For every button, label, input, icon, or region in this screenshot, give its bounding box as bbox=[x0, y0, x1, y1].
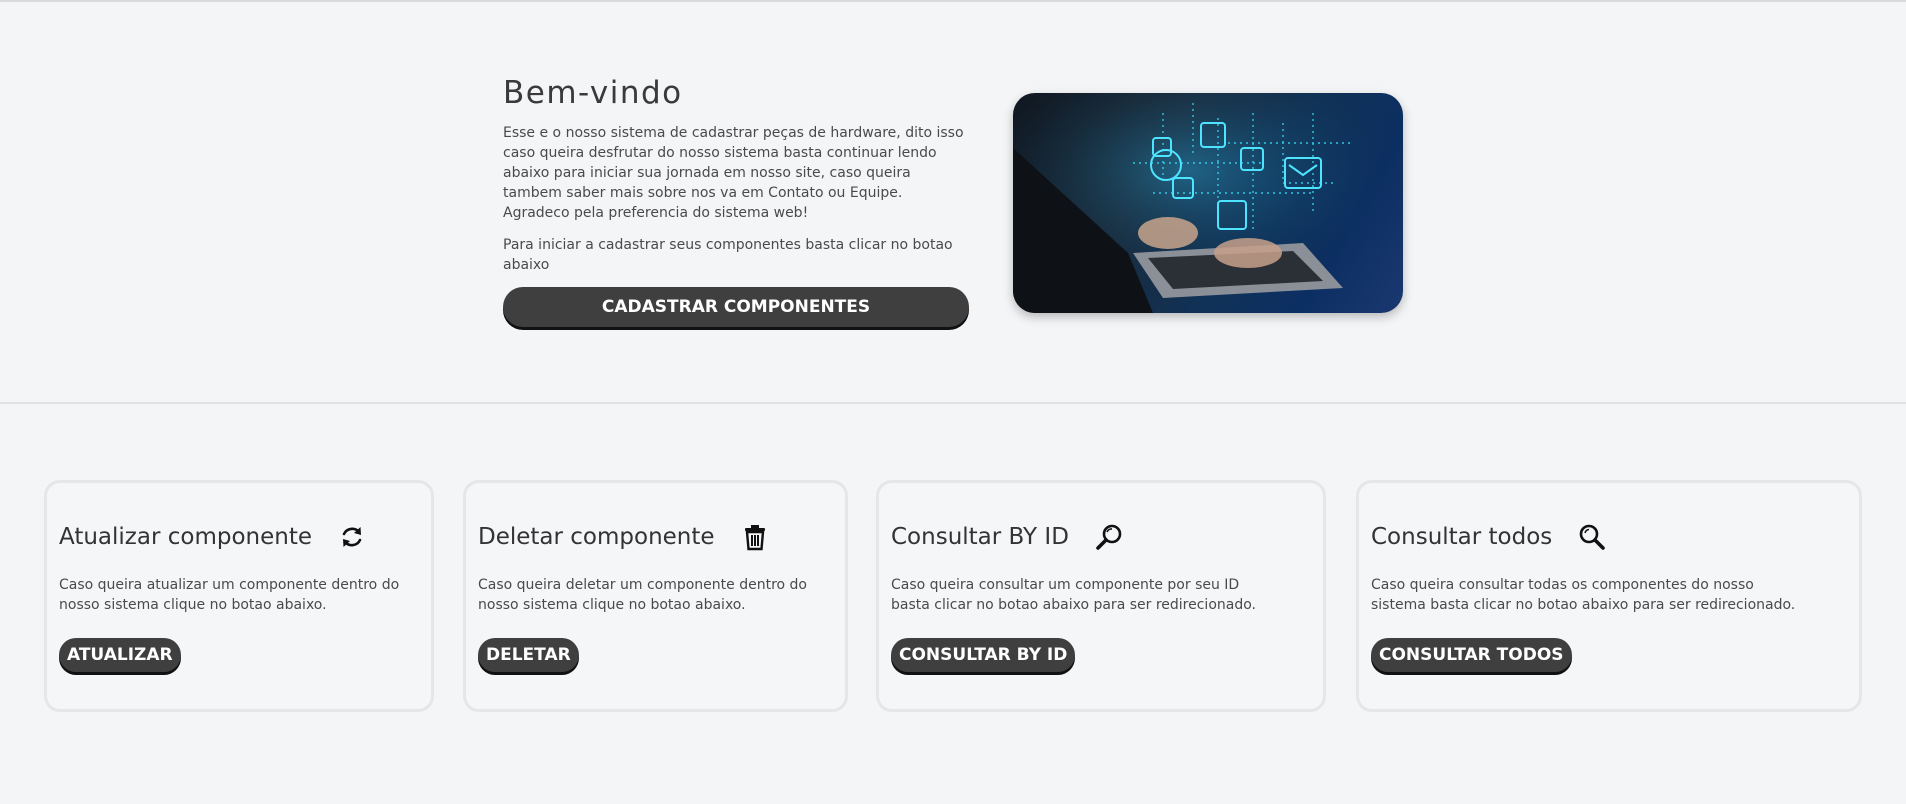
card-title: Consultar todos bbox=[1371, 524, 1553, 550]
update-component-card: Atualizar componente Caso queira atualiz… bbox=[44, 480, 434, 712]
hero-section: Bem-vindo Esse e o nosso sistema de cada… bbox=[0, 3, 1906, 404]
consult-all-button[interactable]: CONSULTAR TODOS bbox=[1371, 638, 1572, 672]
page-title: Bem-vindo bbox=[503, 75, 683, 111]
hero-text: Bem-vindo Esse e o nosso sistema de cada… bbox=[503, 75, 973, 327]
card-description: Caso queira consultar todas os component… bbox=[1371, 577, 1796, 613]
card-description: Caso queira consultar um componente por … bbox=[891, 577, 1256, 613]
register-components-button[interactable]: CADASTRAR COMPONENTES bbox=[503, 287, 969, 327]
refresh-icon bbox=[338, 523, 366, 551]
card-description: Caso queira deletar um componente dentro… bbox=[478, 577, 807, 613]
search-icon bbox=[1095, 523, 1123, 551]
delete-button[interactable]: DELETAR bbox=[478, 638, 579, 672]
card-header: Consultar todos bbox=[1371, 523, 1606, 551]
hero-illustration bbox=[1013, 93, 1403, 313]
card-title: Deletar componente bbox=[478, 524, 715, 550]
card-description: Caso queira atualizar um componente dent… bbox=[59, 577, 400, 613]
delete-component-card: Deletar componente Caso queira deletar u… bbox=[463, 480, 848, 712]
card-header: Consultar BY ID bbox=[891, 523, 1123, 551]
card-header: Atualizar componente bbox=[59, 523, 366, 551]
consult-by-id-button[interactable]: CONSULTAR BY ID bbox=[891, 638, 1076, 672]
search-icon bbox=[1578, 523, 1606, 551]
card-title: Atualizar componente bbox=[59, 524, 312, 550]
card-title: Consultar BY ID bbox=[891, 524, 1069, 550]
hero-instruction-text: Para iniciar a cadastrar seus componente… bbox=[503, 237, 953, 273]
hero-intro-text: Esse e o nosso sistema de cadastrar peça… bbox=[503, 125, 964, 221]
trash-icon bbox=[741, 523, 769, 551]
consult-all-card: Consultar todos Caso queira consultar to… bbox=[1356, 480, 1862, 712]
consult-by-id-card: Consultar BY ID Caso queira consultar um… bbox=[876, 480, 1326, 712]
laptop-cybersecurity-image bbox=[1013, 93, 1403, 313]
update-button[interactable]: ATUALIZAR bbox=[59, 638, 181, 672]
top-divider bbox=[0, 0, 1906, 2]
card-header: Deletar componente bbox=[478, 523, 769, 551]
